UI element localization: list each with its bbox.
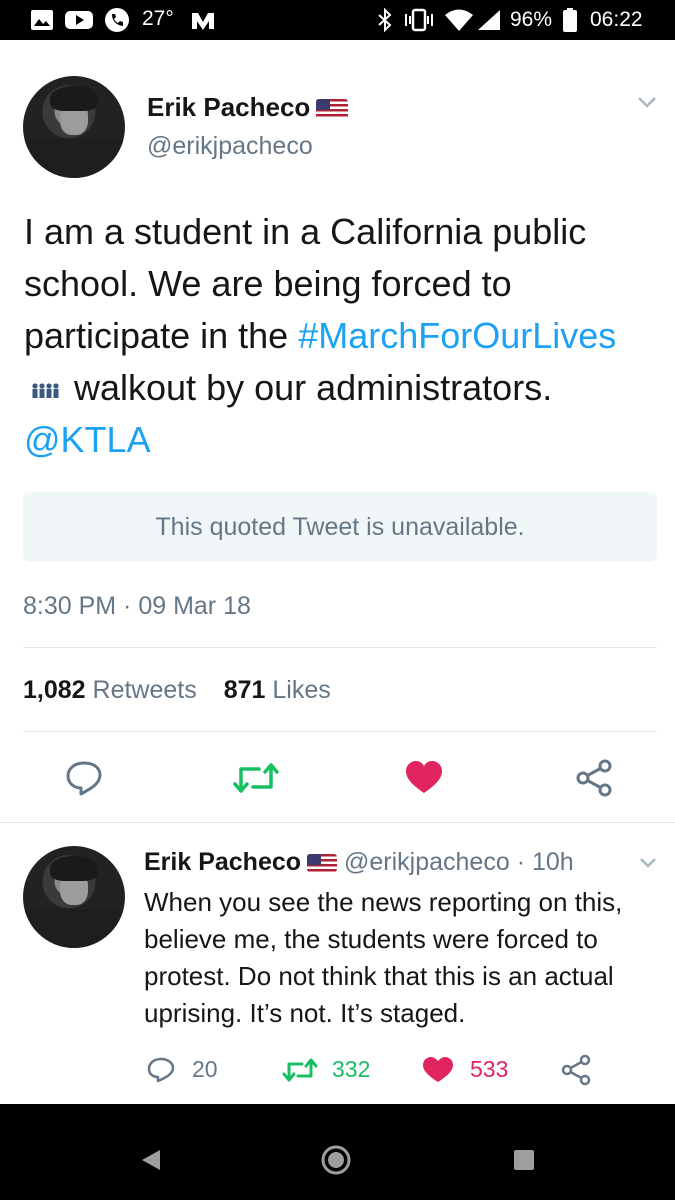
us-flag-emoji xyxy=(307,854,338,873)
app-icon xyxy=(192,13,214,30)
retweet-stat[interactable]: 1,082 Retweets xyxy=(23,676,197,704)
us-flag-emoji xyxy=(316,99,349,120)
navigation-bar xyxy=(0,1104,675,1200)
reply-time-separator: · xyxy=(516,848,526,876)
retweet-label: Retweets xyxy=(92,676,197,704)
like-label: Likes xyxy=(272,676,331,704)
wifi-icon xyxy=(445,9,473,31)
reply-heart-icon[interactable] xyxy=(422,1056,454,1084)
retweet-icon[interactable] xyxy=(232,760,280,796)
status-bar: 27° 96% 06:22 xyxy=(0,0,675,40)
back-icon[interactable] xyxy=(138,1146,164,1174)
share-icon[interactable] xyxy=(574,758,614,798)
bluetooth-icon xyxy=(378,8,392,32)
vibrate-icon xyxy=(405,8,433,32)
reply-chevron-down-icon[interactable] xyxy=(638,856,658,870)
tweet-stats: 1,082 Retweets 871 Likes xyxy=(23,676,331,705)
author-name[interactable]: Erik Pacheco xyxy=(147,92,310,122)
reply-author-name[interactable]: Erik Pacheco xyxy=(144,848,301,876)
reply-header: Erik Pacheco @erikjpacheco · 10h xyxy=(144,848,574,877)
clock: 06:22 xyxy=(590,8,643,31)
battery-icon xyxy=(563,8,577,32)
like-count: 871 xyxy=(223,676,266,704)
tweet-text-end: walkout by our administrators. xyxy=(74,367,553,408)
reply-like-count: 533 xyxy=(470,1056,509,1082)
image-icon xyxy=(31,10,53,30)
divider xyxy=(23,731,657,732)
recents-icon[interactable] xyxy=(512,1148,536,1172)
reply-retweet-count: 332 xyxy=(332,1056,371,1082)
heart-icon[interactable] xyxy=(404,760,444,796)
reply-icon[interactable] xyxy=(64,758,104,798)
reply-avatar[interactable] xyxy=(23,846,125,948)
reply-reply-icon[interactable] xyxy=(147,1056,175,1084)
reply-text: When you see the news reporting on this,… xyxy=(144,887,623,1028)
reply-author-handle[interactable]: @erikjpacheco xyxy=(344,848,510,876)
divider xyxy=(23,647,657,648)
tweet-timestamp: 8:30 PM · 09 Mar 18 xyxy=(23,592,251,620)
quoted-tweet-message: This quoted Tweet is unavailable. xyxy=(155,513,525,541)
mention-link[interactable]: @KTLA xyxy=(24,419,151,460)
tweet-text: I am a student in a California public sc… xyxy=(24,206,664,466)
author-name-row: Erik Pacheco xyxy=(147,92,349,123)
reply-share-icon[interactable] xyxy=(560,1054,592,1086)
youtube-icon xyxy=(65,11,93,29)
quoted-tweet-unavailable: This quoted Tweet is unavailable. xyxy=(23,492,657,562)
retweet-count: 1,082 xyxy=(23,676,86,704)
avatar[interactable] xyxy=(23,76,125,178)
home-icon[interactable] xyxy=(320,1144,352,1176)
battery-percent: 96% xyxy=(510,8,553,31)
divider xyxy=(0,822,675,823)
reply-time: 10h xyxy=(531,848,574,876)
signal-icon xyxy=(478,10,500,30)
reply-reply-count: 20 xyxy=(192,1056,218,1082)
temperature: 27° xyxy=(142,7,174,30)
people-emoji-icon xyxy=(32,383,59,399)
like-stat[interactable]: 871 Likes xyxy=(224,676,331,704)
hashtag-link[interactable]: #MarchForOurLives xyxy=(298,315,616,356)
chevron-down-icon[interactable] xyxy=(636,94,658,110)
author-handle[interactable]: @erikjpacheco xyxy=(147,132,313,161)
phone-icon xyxy=(105,8,129,32)
reply-retweet-icon[interactable] xyxy=(282,1057,318,1083)
